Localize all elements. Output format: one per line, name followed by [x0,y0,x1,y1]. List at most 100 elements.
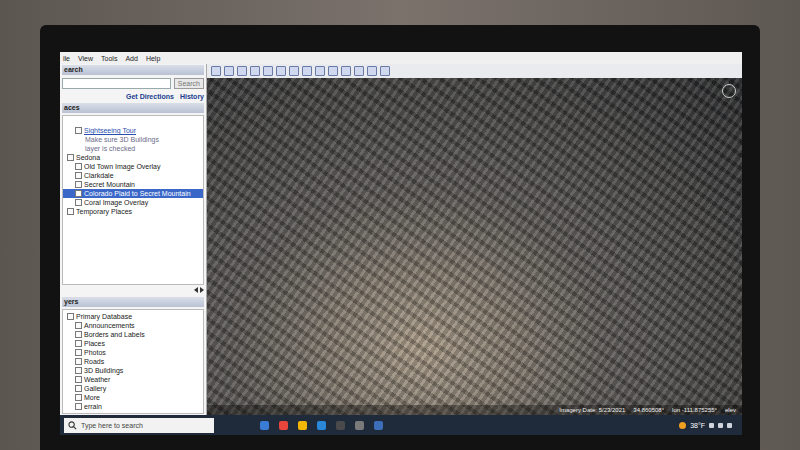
search-icon [68,421,77,430]
checkbox-icon[interactable] [67,154,74,161]
layer-item[interactable]: Roads [63,357,203,366]
checkbox-icon[interactable] [75,403,82,410]
place-item[interactable]: Make sure 3D Buildings [63,135,203,144]
checkbox-icon[interactable] [75,349,82,356]
map-status-bar: Imagery Date: 5/23/202134.860508°lon -11… [207,405,742,415]
places-tree: Sightseeing TourMake sure 3D Buildingsla… [62,115,204,285]
place-item[interactable]: Temporary Places [63,207,203,216]
tool-icon[interactable] [224,66,234,76]
layer-item[interactable]: Weather [63,375,203,384]
tray-icon[interactable] [727,423,732,428]
tray-icon[interactable] [718,423,723,428]
places-panel: aces Sightseeing TourMake sure 3D Buildin… [60,102,206,296]
app-icon[interactable] [298,421,307,430]
tool-icon[interactable] [354,66,364,76]
sidebar: earchSearchGet DirectionsHistoryacesSigh… [60,64,207,415]
main-area: earchSearchGet DirectionsHistoryacesSigh… [60,64,742,415]
checkbox-icon[interactable] [75,385,82,392]
menu-item[interactable]: Help [146,55,160,62]
places-scroll [62,285,204,295]
map-toolbar [207,64,742,78]
menu-item[interactable]: Add [125,55,137,62]
app-icon[interactable] [355,421,364,430]
app-icon[interactable] [374,421,383,430]
menu-item[interactable]: Tools [101,55,117,62]
place-item[interactable]: Old Town Image Overlay [63,162,203,171]
tool-icon[interactable] [380,66,390,76]
place-item[interactable]: Clarkdale [63,171,203,180]
search-link[interactable]: History [180,92,204,101]
checkbox-icon[interactable] [75,367,82,374]
layer-item[interactable]: errain [63,402,203,411]
checkbox-icon[interactable] [75,340,82,347]
place-item[interactable]: Secret Mountain [63,180,203,189]
place-item[interactable]: Sedona [63,153,203,162]
menu-item[interactable]: View [78,55,93,62]
layer-item[interactable]: More [63,393,203,402]
left-arrow-icon[interactable] [194,287,198,293]
layers-header: yers [62,297,204,307]
place-item[interactable]: Coral Image Overlay [63,198,203,207]
weather-text: 38°F [690,422,705,429]
layer-item[interactable]: Photos [63,348,203,357]
search-link[interactable]: Get Directions [126,92,174,101]
checkbox-icon[interactable] [75,358,82,365]
checkbox-icon[interactable] [75,322,82,329]
tool-icon[interactable] [211,66,221,76]
taskbar: Type here to search 38°F [60,415,742,435]
places-header: aces [62,103,204,113]
search-links: Get Directions History [62,92,204,101]
search-button[interactable]: Search [174,78,204,89]
tool-icon[interactable] [263,66,273,76]
place-item[interactable]: layer is checked [63,144,203,153]
checkbox-icon[interactable] [75,181,82,188]
search-panel: earchSearchGet DirectionsHistory [60,64,206,102]
checkbox-icon[interactable] [75,127,82,134]
layer-item[interactable]: Places [63,339,203,348]
checkbox-icon[interactable] [75,376,82,383]
tool-icon[interactable] [367,66,377,76]
checkbox-icon[interactable] [75,394,82,401]
checkbox-icon[interactable] [75,190,82,197]
layer-item[interactable]: Primary Database [63,312,203,321]
room: ileViewToolsAddHelpearchSearchGet Direct… [0,0,800,450]
map-view[interactable]: Imagery Date: 5/23/202134.860508°lon -11… [207,78,742,415]
tool-icon[interactable] [250,66,260,76]
app-icon[interactable] [336,421,345,430]
tool-icon[interactable] [341,66,351,76]
layer-item[interactable]: Borders and Labels [63,330,203,339]
layer-item[interactable]: 3D Buildings [63,366,203,375]
right-arrow-icon[interactable] [200,287,204,293]
taskbar-search[interactable]: Type here to search [64,418,214,433]
checkbox-icon[interactable] [75,172,82,179]
tool-icon[interactable] [289,66,299,76]
status-text: 34.860508° [633,406,664,414]
place-item[interactable]: Colorado Plaid to Secret Mountain [63,189,203,198]
search-input[interactable] [62,78,171,89]
tool-icon[interactable] [328,66,338,76]
menu-item[interactable]: ile [63,55,70,62]
tool-icon[interactable] [302,66,312,76]
checkbox-icon[interactable] [75,331,82,338]
layer-item[interactable]: Gallery [63,384,203,393]
status-text: elev [725,406,736,414]
search-row: Search [62,78,204,89]
place-item[interactable]: Sightseeing Tour [63,126,203,135]
layer-item[interactable]: Announcements [63,321,203,330]
weather-icon [679,422,686,429]
tray-icon[interactable] [709,423,714,428]
layers-tree: Primary DatabaseAnnouncementsBorders and… [62,309,204,414]
tool-icon[interactable] [315,66,325,76]
app-icon[interactable] [279,421,288,430]
checkbox-icon[interactable] [75,199,82,206]
app-icon[interactable] [260,421,269,430]
checkbox-icon[interactable] [67,313,74,320]
tool-icon[interactable] [276,66,286,76]
checkbox-icon[interactable] [67,208,74,215]
status-text: Imagery Date: 5/23/2021 [559,406,625,414]
checkbox-icon[interactable] [75,163,82,170]
compass-icon[interactable] [722,84,736,98]
taskbar-apps [220,421,673,430]
tool-icon[interactable] [237,66,247,76]
app-icon[interactable] [317,421,326,430]
